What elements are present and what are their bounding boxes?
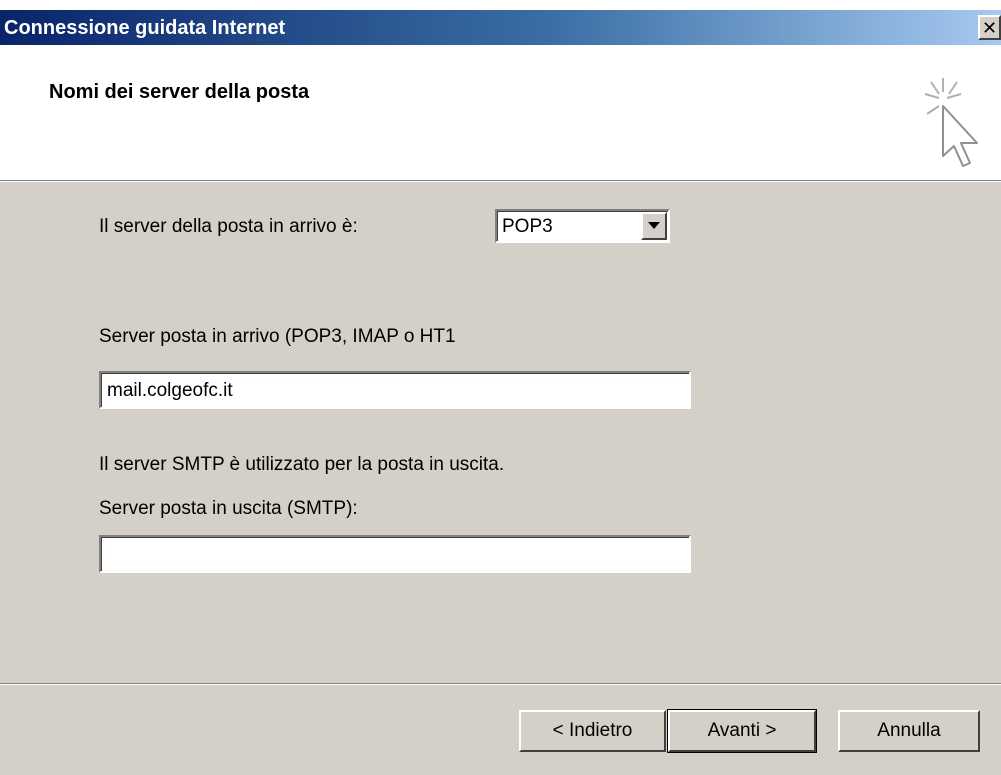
smtp-note: Il server SMTP è utilizzato per la posta… <box>99 454 505 475</box>
page-title: Nomi dei server della posta <box>49 81 310 103</box>
title-bar[interactable]: Connessione guidata Internet ✕ <box>0 10 1001 45</box>
dropdown-button[interactable] <box>641 212 667 240</box>
incoming-server-input[interactable]: mail.colgeofc.it <box>99 371 691 409</box>
window-title: Connessione guidata Internet <box>4 17 286 39</box>
header-separator <box>0 180 1001 182</box>
wizard-dialog: Connessione guidata Internet ✕ Nomi dei … <box>0 10 1001 775</box>
outgoing-server-label: Server posta in uscita (SMTP): <box>99 498 358 519</box>
close-icon: ✕ <box>981 17 998 38</box>
incoming-type-select[interactable]: POP3 <box>495 209 670 243</box>
next-button[interactable]: Avanti > <box>667 709 817 753</box>
outgoing-server-input[interactable] <box>99 535 691 573</box>
footer-separator <box>0 683 1001 685</box>
wizard-cursor-sparkle-icon <box>924 78 978 167</box>
incoming-type-label: Il server della posta in arrivo è: <box>99 216 358 237</box>
incoming-server-label: Server posta in arrivo (POP3, IMAP o HT1 <box>99 326 456 347</box>
wizard-header: Nomi dei server della posta <box>0 45 1001 180</box>
chevron-down-icon <box>648 222 660 229</box>
incoming-type-value: POP3 <box>502 216 553 237</box>
cancel-button[interactable]: Annulla <box>838 710 980 752</box>
incoming-server-value: mail.colgeofc.it <box>107 380 233 401</box>
close-button[interactable]: ✕ <box>978 15 1001 40</box>
back-button[interactable]: < Indietro <box>519 710 666 752</box>
